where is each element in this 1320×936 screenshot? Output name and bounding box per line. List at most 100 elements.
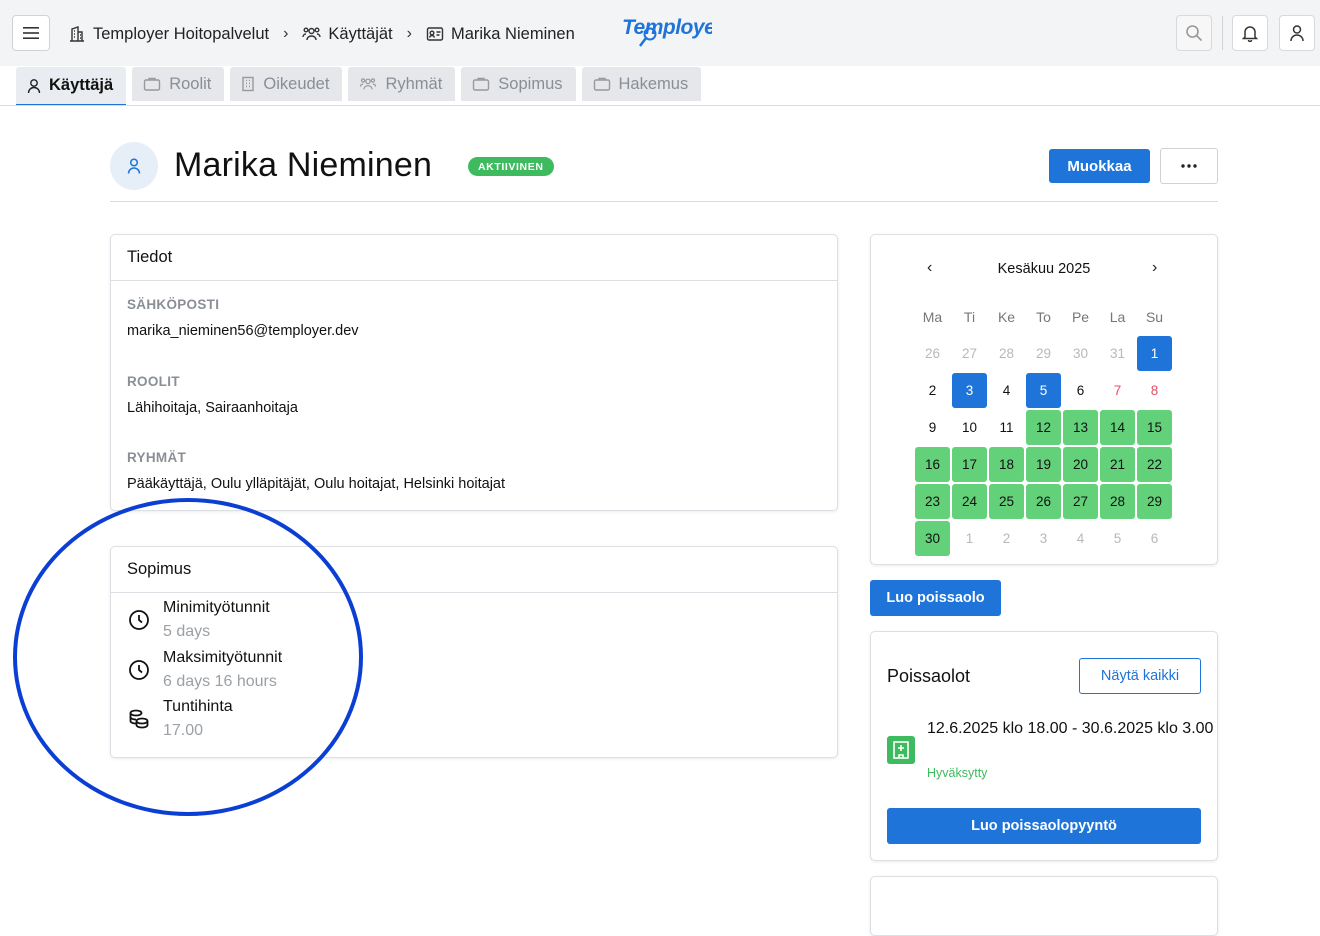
- calendar-day[interactable]: 1: [952, 521, 987, 556]
- weekday-label: To: [1036, 308, 1051, 325]
- users-icon: [302, 27, 322, 41]
- calendar-day[interactable]: 19: [1026, 447, 1061, 482]
- groups-value: Pääkäyttäjä, Oulu ylläpitäjät, Oulu hoit…: [127, 476, 506, 492]
- create-absence-button[interactable]: Luo poissaolo: [870, 580, 1001, 616]
- user-icon: [127, 158, 141, 174]
- tab-hakemus[interactable]: Hakemus: [581, 67, 702, 101]
- briefcase-icon: [473, 77, 490, 91]
- tab-label: Hakemus: [618, 74, 689, 93]
- calendar-day[interactable]: 26: [915, 336, 950, 371]
- calendar-day[interactable]: 16: [915, 447, 950, 482]
- page-title: Marika Nieminen: [174, 146, 433, 184]
- account-button[interactable]: [1279, 15, 1315, 51]
- calendar-day[interactable]: 23: [915, 484, 950, 519]
- calendar-day[interactable]: 31: [1100, 336, 1135, 371]
- edit-button[interactable]: Muokkaa: [1049, 149, 1150, 183]
- building-icon: [242, 76, 255, 92]
- calendar-day[interactable]: 17: [952, 447, 987, 482]
- hamburger-icon: [23, 27, 39, 39]
- weekday-label: La: [1109, 308, 1126, 325]
- briefcase-icon: [593, 77, 610, 91]
- calendar-day[interactable]: 26: [1026, 484, 1061, 519]
- calendar-day[interactable]: 27: [952, 336, 987, 371]
- create-absence-request-button[interactable]: Luo poissaolopyyntö: [887, 808, 1201, 844]
- svg-text:Temployer: Temployer: [622, 16, 712, 39]
- breadcrumb-item-users[interactable]: Käyttäjät: [302, 25, 393, 44]
- calendar-day[interactable]: 3: [952, 373, 987, 408]
- calendar-day[interactable]: 9: [915, 410, 950, 445]
- breadcrumb-label: Marika Nieminen: [450, 24, 575, 43]
- calendar-day[interactable]: 22: [1137, 447, 1172, 482]
- breadcrumb-item-user[interactable]: Marika Nieminen: [426, 25, 575, 44]
- calendar-day[interactable]: 6: [1137, 521, 1172, 556]
- calendar-day[interactable]: 2: [915, 373, 950, 408]
- card-title: Tiedot: [111, 235, 837, 281]
- calendar-day[interactable]: 30: [915, 521, 950, 556]
- calendar-month: Kesäkuu 2025: [997, 261, 1091, 277]
- calendar-day[interactable]: 10: [952, 410, 987, 445]
- calendar-day[interactable]: 14: [1100, 410, 1135, 445]
- temployer-logo[interactable]: Temployer: [620, 12, 726, 52]
- info-card: Tiedot SÄHKÖPOSTI marika_nieminen56@temp…: [110, 234, 838, 511]
- tab-label: Sopimus: [498, 74, 563, 93]
- contract-row-title: Minimityötunnit: [163, 599, 270, 616]
- calendar-day[interactable]: 21: [1100, 447, 1135, 482]
- weekday-label: Ke: [997, 308, 1016, 325]
- notifications-button[interactable]: [1232, 15, 1268, 51]
- tab-oikeudet[interactable]: Oikeudet: [230, 67, 343, 101]
- email-value: marika_nieminen56@temployer.dev: [127, 323, 359, 339]
- chevron-right-icon: ›: [406, 25, 412, 42]
- calendar-day[interactable]: 28: [1100, 484, 1135, 519]
- tab-divider: [0, 105, 1320, 106]
- calendar-day[interactable]: 4: [989, 373, 1024, 408]
- calendar-day[interactable]: 4: [1063, 521, 1098, 556]
- breadcrumb-item-organization[interactable]: Temployer Hoitopalvelut: [68, 25, 269, 44]
- calendar-day[interactable]: 1: [1137, 336, 1172, 371]
- more-options-button[interactable]: [1160, 148, 1218, 184]
- top-bar: Temployer Hoitopalvelut › Käyttäjät › Ma…: [0, 0, 1320, 66]
- menu-button[interactable]: [12, 15, 50, 51]
- chevron-right-icon[interactable]: ›: [1152, 259, 1157, 277]
- calendar-day[interactable]: 24: [952, 484, 987, 519]
- tab-sopimus[interactable]: Sopimus: [461, 67, 576, 101]
- breadcrumb: Temployer Hoitopalvelut › Käyttäjät › Ma…: [68, 22, 575, 46]
- calendar-day[interactable]: 5: [1100, 521, 1135, 556]
- calendar-day[interactable]: 27: [1063, 484, 1098, 519]
- calendar-day[interactable]: 7: [1100, 373, 1135, 408]
- absence-dates[interactable]: 12.6.2025 klo 18.00 - 30.6.2025 klo 3.00: [927, 716, 1217, 741]
- calendar-day[interactable]: 2: [989, 521, 1024, 556]
- show-all-button[interactable]: Näytä kaikki: [1079, 658, 1201, 694]
- tab-label: Roolit: [169, 74, 212, 93]
- calendar-day[interactable]: 5: [1026, 373, 1061, 408]
- calendar-day[interactable]: 20: [1063, 447, 1098, 482]
- absences-title: Poissaolot: [887, 666, 971, 686]
- calendar-day[interactable]: 12: [1026, 410, 1061, 445]
- calendar-day[interactable]: 18: [989, 447, 1024, 482]
- absence-status: Hyväksytty: [927, 766, 988, 780]
- search-button[interactable]: [1176, 15, 1212, 51]
- calendar-day[interactable]: 15: [1137, 410, 1172, 445]
- contract-row-title: Maksimityötunnit: [163, 649, 283, 666]
- calendar-day[interactable]: 13: [1063, 410, 1098, 445]
- calendar-day[interactable]: 6: [1063, 373, 1098, 408]
- calendar-day[interactable]: 3: [1026, 521, 1061, 556]
- status-badge: AKTIIVINEN: [468, 157, 554, 176]
- calendar-day[interactable]: 29: [1026, 336, 1061, 371]
- absences-card: Poissaolot Näytä kaikki 12.6.2025 klo 18…: [870, 631, 1218, 861]
- calendar-day[interactable]: 28: [989, 336, 1024, 371]
- tab-label: Oikeudet: [263, 74, 330, 93]
- contract-card: Sopimus Minimityötunnit 5 days Maksimity…: [110, 546, 838, 758]
- bell-icon: [1242, 26, 1258, 42]
- contract-row-title: Tuntihinta: [163, 698, 233, 715]
- header-divider: [110, 201, 1218, 202]
- briefcase-icon: [144, 77, 161, 91]
- tab-kayttaja[interactable]: Käyttäjä: [16, 67, 127, 106]
- tab-ryhmat[interactable]: Ryhmät: [348, 67, 456, 101]
- calendar-day[interactable]: 11: [989, 410, 1024, 445]
- calendar-day[interactable]: 30: [1063, 336, 1098, 371]
- calendar-day[interactable]: 25: [989, 484, 1024, 519]
- tab-roolit[interactable]: Roolit: [132, 67, 225, 101]
- calendar-day[interactable]: 8: [1137, 373, 1172, 408]
- card-title: Sopimus: [111, 547, 837, 593]
- calendar-day[interactable]: 29: [1137, 484, 1172, 519]
